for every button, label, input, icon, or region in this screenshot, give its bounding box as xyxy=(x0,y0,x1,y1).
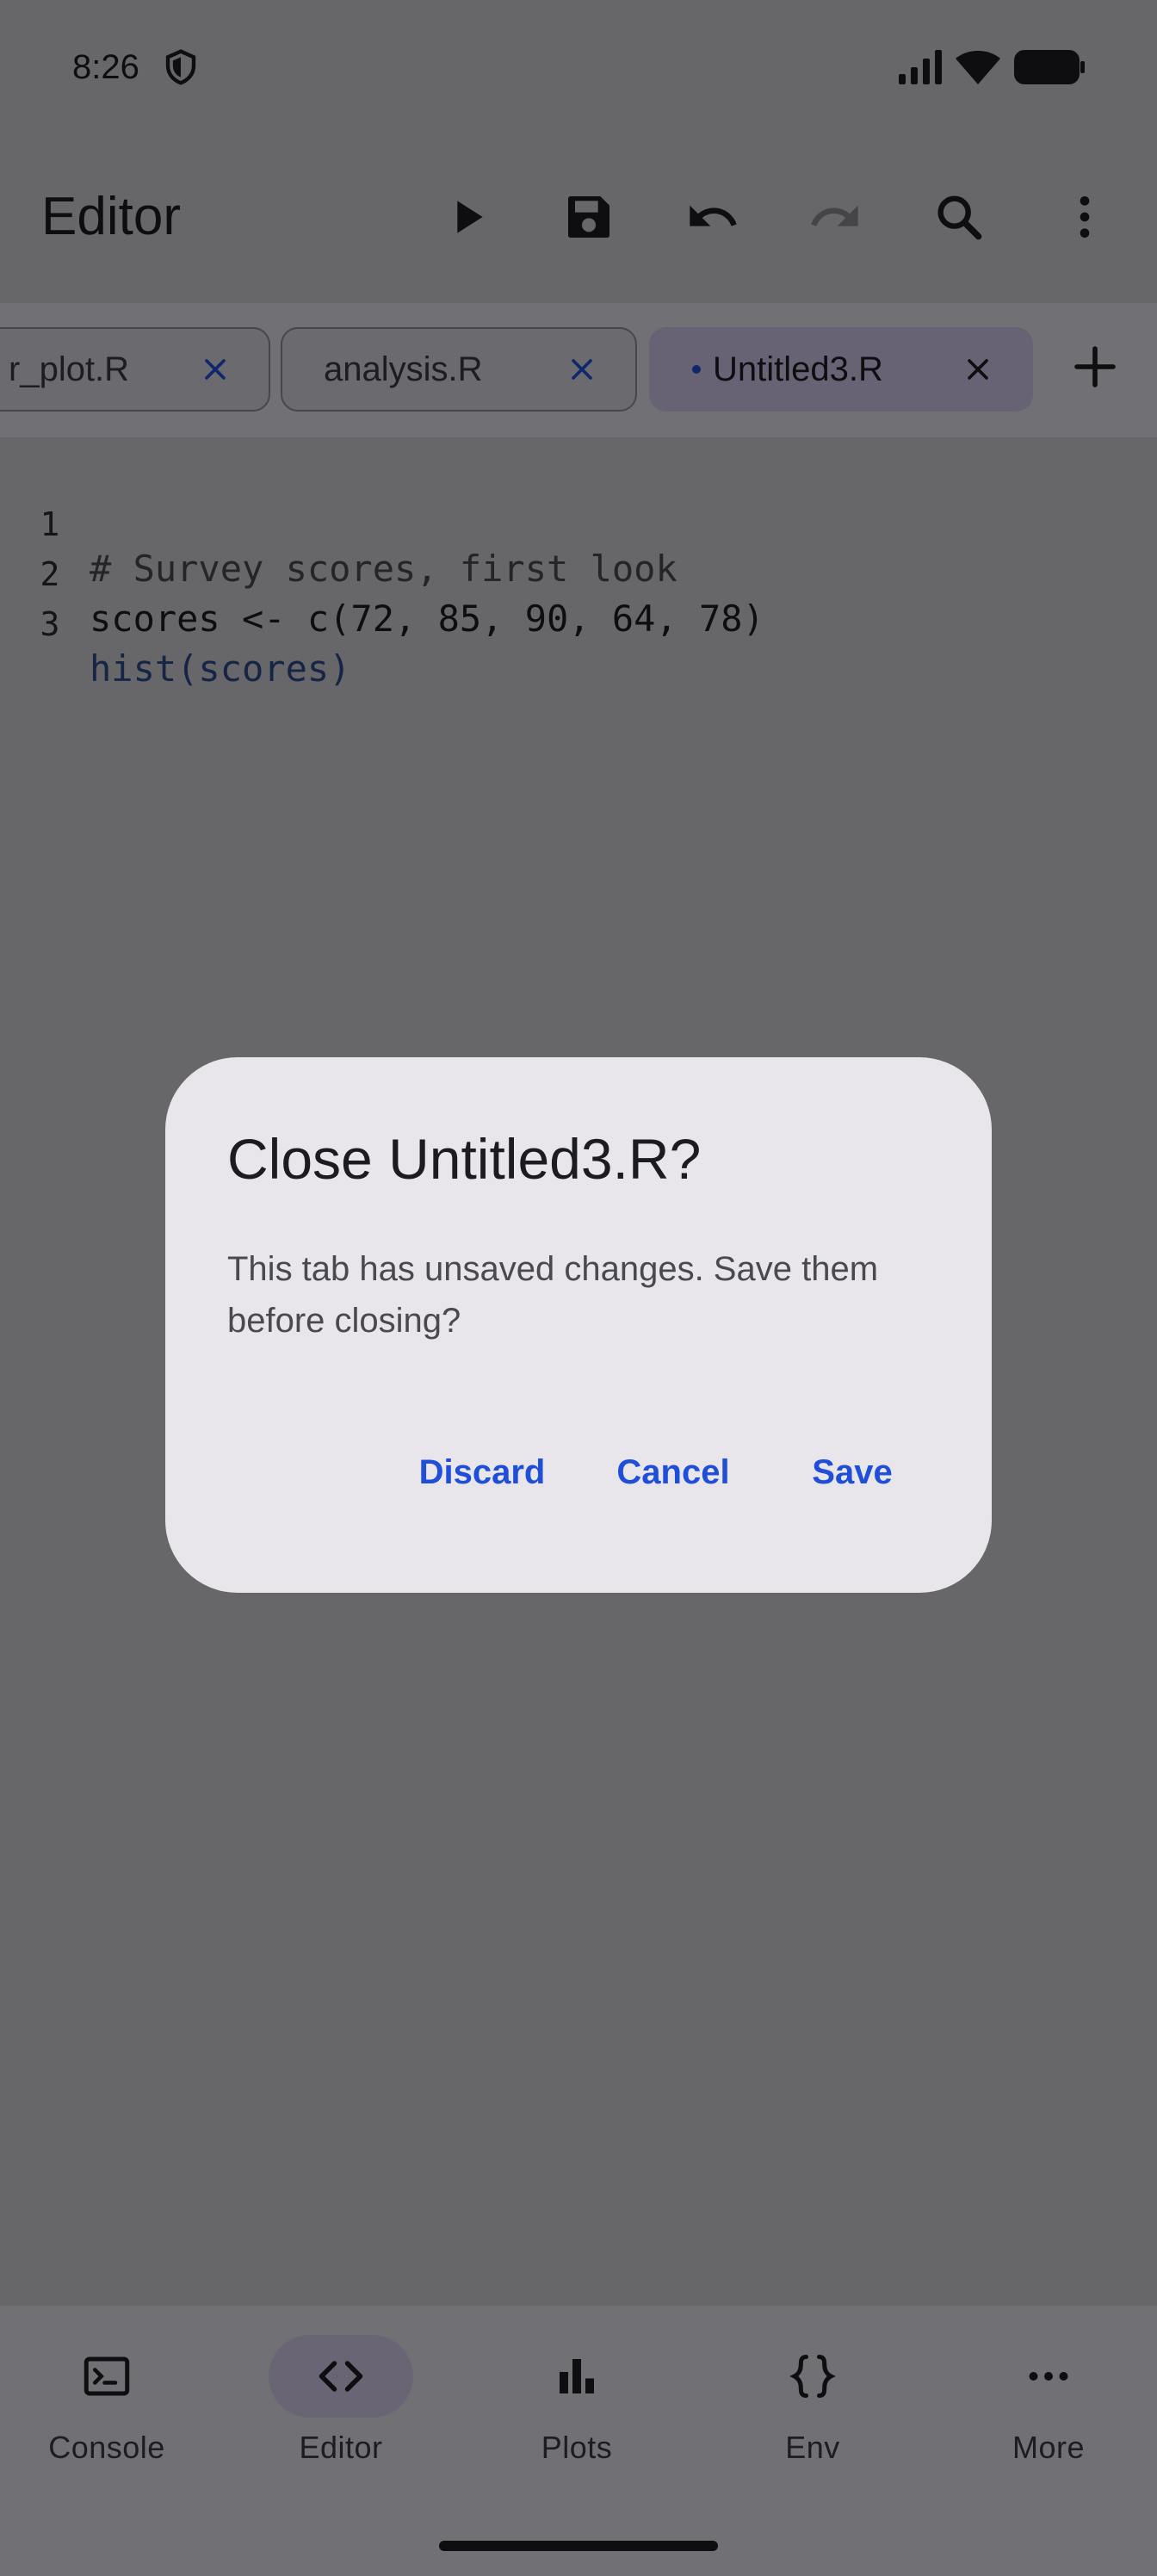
dialog-title: Close Untitled3.R? xyxy=(227,1127,702,1191)
discard-button[interactable]: Discard xyxy=(413,1436,551,1508)
dialog-message: This tab has unsaved changes. Save them … xyxy=(227,1250,879,1340)
close-tab-dialog: Close Untitled3.R? This tab has unsaved … xyxy=(165,1057,992,1593)
save-button[interactable]: Save xyxy=(795,1436,909,1508)
cancel-button[interactable]: Cancel xyxy=(597,1436,749,1508)
